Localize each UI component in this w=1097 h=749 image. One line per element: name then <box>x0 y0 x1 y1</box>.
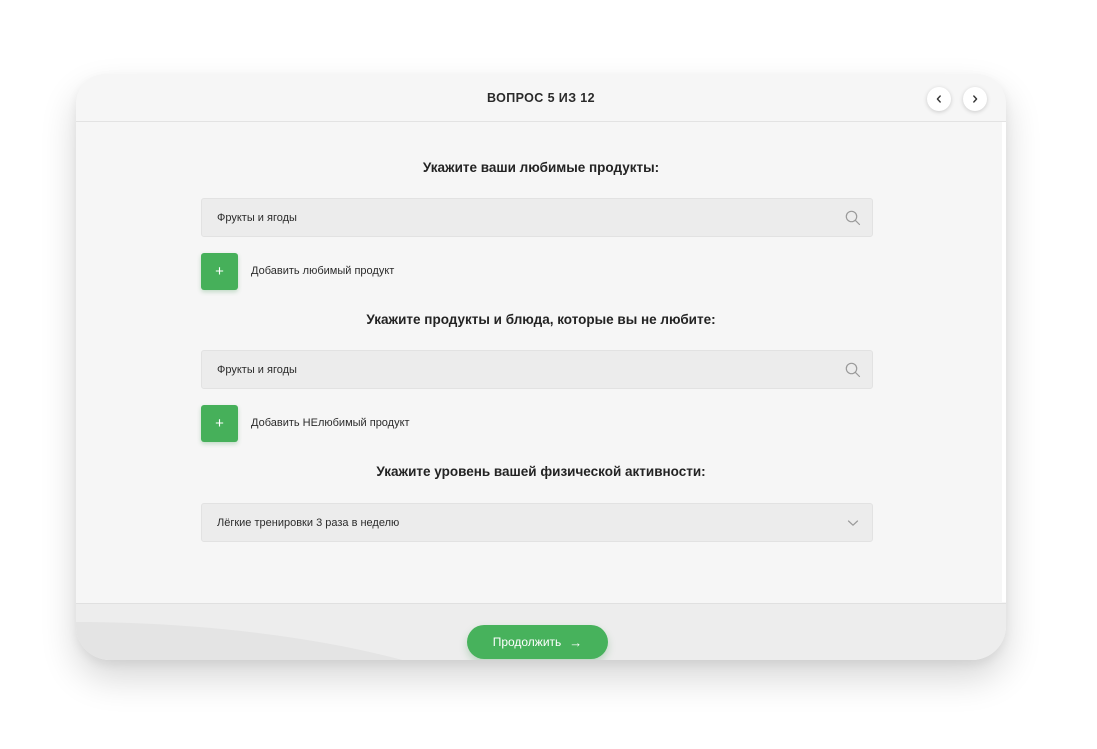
disliked-product-value: Фрукты и ягоды <box>217 364 297 376</box>
favorite-product-search-input[interactable]: Фрукты и ягоды <box>201 198 873 237</box>
chevron-right-icon <box>973 95 978 103</box>
add-favorite-product-label: Добавить любимый продукт <box>251 265 395 277</box>
next-question-button[interactable] <box>963 87 987 111</box>
disliked-product-search-input[interactable]: Фрукты и ягоды <box>201 350 873 389</box>
arrow-right-icon: → <box>569 634 583 650</box>
chevron-left-icon <box>936 95 941 103</box>
question-counter: ВОПРОС 5 ИЗ 12 <box>486 91 596 105</box>
plus-icon[interactable]: + <box>201 253 238 290</box>
add-favorite-product-button[interactable]: + Добавить любимый продукт <box>201 253 601 290</box>
favorite-product-value: Фрукты и ягоды <box>217 212 297 224</box>
activity-level-value: Лёгкие тренировки 3 раза в неделю <box>217 517 400 529</box>
chevron-down-icon <box>847 520 859 526</box>
search-icon <box>845 210 861 226</box>
plus-icon[interactable]: + <box>201 405 238 442</box>
activity-level-select[interactable]: Лёгкие тренировки 3 раза в неделю <box>201 503 873 542</box>
activity-level-title: Укажите уровень вашей физической активно… <box>376 464 706 479</box>
scroll-track <box>1002 122 1006 602</box>
prev-question-button[interactable] <box>927 87 951 111</box>
continue-button[interactable]: Продолжить → <box>467 625 608 659</box>
add-disliked-product-button[interactable]: + Добавить НЕлюбимый продукт <box>201 405 601 442</box>
card-header: ВОПРОС 5 ИЗ 12 <box>76 74 1006 122</box>
continue-label: Продолжить <box>492 635 562 649</box>
disliked-products-title: Укажите продукты и блюда, которые вы не … <box>366 312 716 327</box>
question-card: ВОПРОС 5 ИЗ 12 Укажите ваши любимые прод… <box>76 74 1006 660</box>
favorite-products-title: Укажите ваши любимые продукты: <box>422 160 660 175</box>
decorative-wave <box>76 622 403 660</box>
add-disliked-product-label: Добавить НЕлюбимый продукт <box>251 417 410 429</box>
search-icon <box>845 362 861 378</box>
